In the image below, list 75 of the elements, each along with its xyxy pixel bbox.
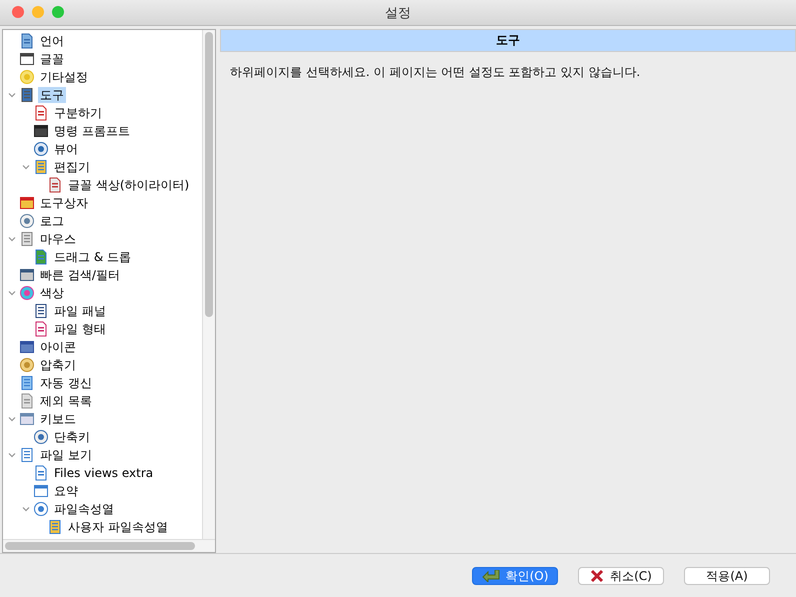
expanded-chevron-icon[interactable] [8, 415, 16, 423]
zoom-window-button[interactable] [52, 6, 64, 18]
tree-item[interactable]: 언어 [38, 33, 66, 49]
tree-item[interactable]: 색상 [38, 285, 66, 301]
tree-item[interactable]: 파일 보기 [38, 447, 94, 463]
tree-item[interactable]: 로그 [38, 213, 66, 229]
square-icon [33, 483, 49, 499]
square-icon [19, 267, 35, 283]
circle-icon [19, 285, 35, 301]
tree-item[interactable]: 파일 패널 [52, 303, 108, 319]
tree-item[interactable]: 파일 형태 [52, 321, 108, 337]
page-icon [33, 249, 49, 265]
tree-item[interactable]: 글꼴 [38, 51, 66, 67]
expanded-chevron-icon[interactable] [8, 91, 16, 99]
circle-icon [33, 501, 49, 517]
vertical-scrollbar-thumb[interactable] [205, 32, 213, 317]
square-icon [19, 51, 35, 67]
document-icon [19, 231, 35, 247]
square-icon [19, 411, 35, 427]
tree-item[interactable]: 마우스 [38, 231, 78, 247]
cancel-button[interactable]: 취소(C) [578, 567, 664, 585]
check-arrow-icon [482, 570, 500, 582]
tree-item[interactable]: 요약 [52, 483, 80, 499]
tree-item[interactable]: 뷰어 [52, 141, 80, 157]
square-icon [33, 123, 49, 139]
tree-item[interactable]: 자동 갱신 [38, 375, 94, 391]
page-icon [33, 321, 49, 337]
square-icon [19, 339, 35, 355]
page-icon [33, 105, 49, 121]
expanded-chevron-icon[interactable] [8, 451, 16, 459]
tree-item[interactable]: 드래그 & 드롭 [52, 249, 133, 265]
tree-item[interactable]: 키보드 [38, 411, 78, 427]
tree-item[interactable]: 기타설정 [38, 69, 90, 85]
tree-item[interactable]: 아이콘 [38, 339, 78, 355]
tree-item[interactable]: 압축기 [38, 357, 78, 373]
tree-item[interactable]: 단축키 [52, 429, 92, 445]
expanded-chevron-icon[interactable] [8, 289, 16, 297]
close-window-button[interactable] [12, 6, 24, 18]
tree-item[interactable]: 편집기 [52, 159, 92, 175]
document-icon [19, 375, 35, 391]
page-message: 하위페이지를 선택하세요. 이 페이지는 어떤 설정도 포함하고 있지 않습니다. [229, 64, 642, 81]
circle-icon [19, 213, 35, 229]
page-title: 도구 [220, 29, 796, 52]
page-icon [19, 33, 35, 49]
tree-item[interactable]: 명령 프롬프트 [52, 123, 132, 139]
apply-button[interactable]: 적용(A) [684, 567, 770, 585]
document-icon [33, 303, 49, 319]
window-title: 설정 [385, 4, 411, 22]
circle-icon [19, 357, 35, 373]
expanded-chevron-icon[interactable] [22, 163, 30, 171]
expanded-chevron-icon[interactable] [8, 235, 16, 243]
page-icon [33, 465, 49, 481]
page-icon [47, 177, 63, 193]
document-icon [19, 447, 35, 463]
circle-icon [33, 429, 49, 445]
tree-item[interactable]: 도구 [38, 87, 66, 103]
document-icon [19, 87, 35, 103]
tree-item[interactable]: 구분하기 [52, 105, 104, 121]
document-icon [33, 159, 49, 175]
tree-item[interactable]: 파일속성열 [52, 501, 116, 517]
circle-icon [33, 141, 49, 157]
tree-item[interactable]: 빠른 검색/필터 [38, 267, 122, 283]
document-icon [47, 519, 63, 535]
square-icon [19, 195, 35, 211]
close-icon [590, 569, 604, 583]
circle-icon [19, 69, 35, 85]
page-icon [19, 393, 35, 409]
horizontal-scrollbar-thumb[interactable] [5, 542, 195, 550]
expanded-chevron-icon[interactable] [22, 505, 30, 513]
tree-item[interactable]: 제외 목록 [38, 393, 94, 409]
ok-button[interactable]: 확인(O) [472, 567, 558, 585]
tree-item[interactable]: 도구상자 [38, 195, 90, 211]
tree-item[interactable]: 글꼴 색상(하이라이터) [66, 177, 192, 193]
tree-item[interactable]: Files views extra [52, 465, 156, 481]
tree-item[interactable]: 사용자 파일속성열 [66, 519, 170, 535]
